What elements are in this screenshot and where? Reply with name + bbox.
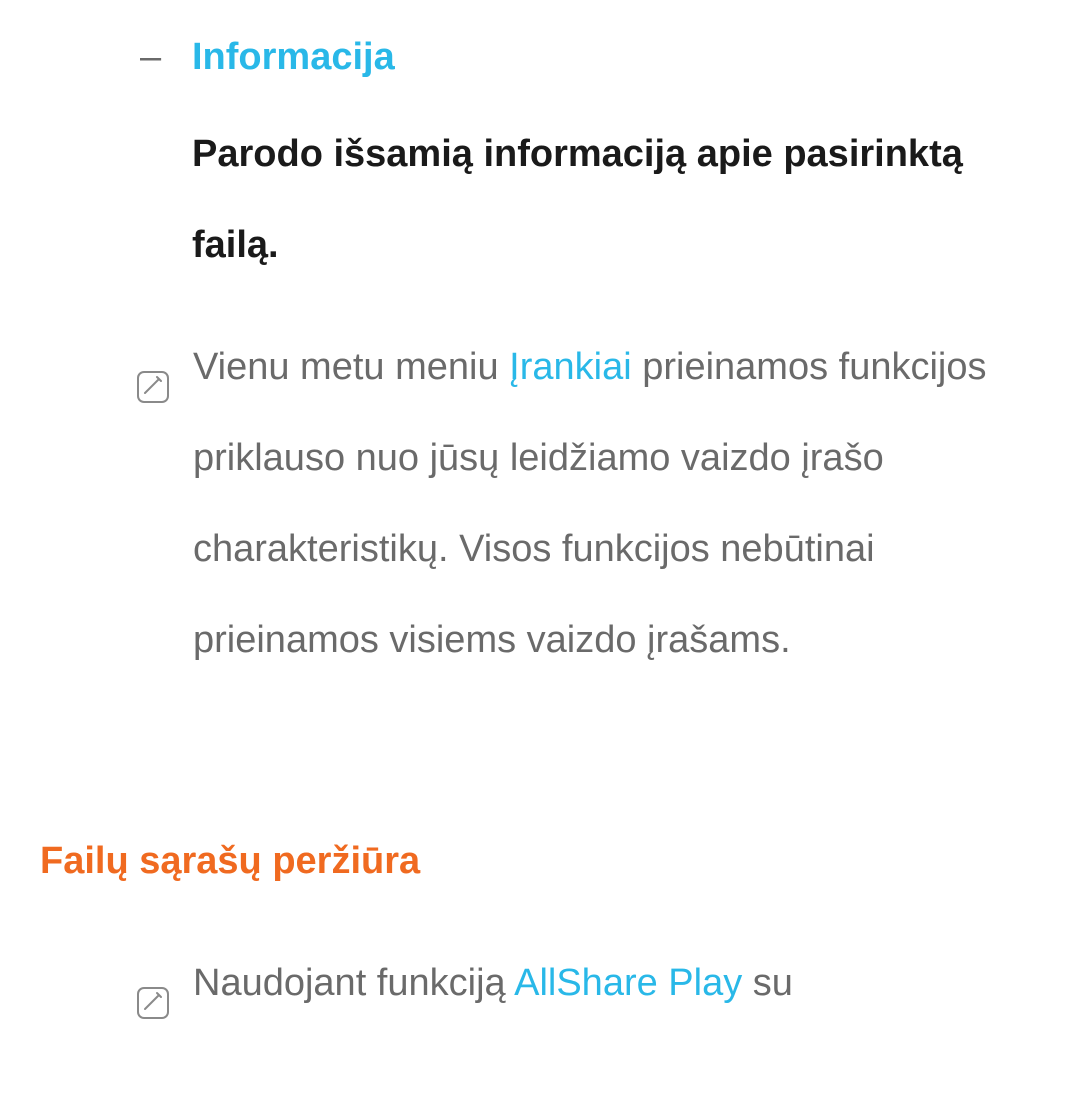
dash-bullet: – bbox=[20, 12, 192, 292]
note-text-2: Naudojant funkciją AllShare Play su bbox=[193, 938, 1040, 1055]
list-item-content: Informacija Parodo išsamią informaciją a… bbox=[192, 12, 1040, 292]
note-highlight: Įrankiai bbox=[509, 346, 632, 388]
item-description: Parodo išsamią informaciją apie pasirink… bbox=[192, 109, 1040, 291]
note-prefix: Vienu metu meniu bbox=[193, 346, 509, 388]
note-block-2: Naudojant funkciją AllShare Play su bbox=[20, 938, 1040, 1055]
note-suffix: prieinamos funkcijos priklauso nuo jūsų … bbox=[193, 346, 986, 662]
note2-prefix: Naudojant funkciją bbox=[193, 962, 514, 1004]
note-block: Vienu metu meniu Įrankiai prieinamos fun… bbox=[20, 322, 1040, 687]
note-icon bbox=[135, 322, 193, 687]
note-text: Vienu metu meniu Įrankiai prieinamos fun… bbox=[193, 322, 1040, 687]
note-icon bbox=[135, 938, 193, 1055]
list-item: – Informacija Parodo išsamią informaciją… bbox=[20, 12, 1040, 292]
note2-highlight: AllShare Play bbox=[514, 962, 742, 1004]
section-heading: Failų sąrašų peržiūra bbox=[20, 816, 1040, 907]
item-title: Informacija bbox=[192, 12, 1040, 103]
note2-suffix: su bbox=[742, 962, 793, 1004]
